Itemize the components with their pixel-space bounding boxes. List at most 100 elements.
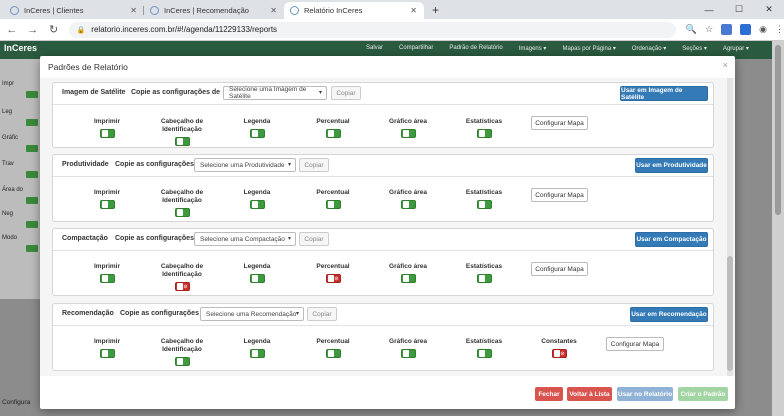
option-legenda: Legenda: [217, 118, 297, 138]
star-icon[interactable]: ☆: [705, 24, 713, 35]
toggle: [26, 119, 38, 126]
close-button[interactable]: Fechar: [535, 387, 563, 401]
new-tab-icon[interactable]: +: [432, 3, 439, 17]
ban-icon: ⊘: [560, 350, 565, 357]
chevron-down-icon: ▾: [295, 311, 299, 317]
app-nav-items: Salvar Compartilhar Padrão de Relatório …: [366, 45, 749, 52]
use-in-report-button[interactable]: Usar no Relatório: [617, 387, 673, 401]
forward-icon[interactable]: →: [24, 24, 42, 36]
toggle-switch[interactable]: [249, 274, 265, 283]
toggle-switch[interactable]: [400, 349, 416, 358]
toggle-switch[interactable]: [325, 349, 341, 358]
url-input[interactable]: 🔒 relatorio.inceres.com.br/#!/agenda/112…: [68, 21, 676, 38]
toggle-switch[interactable]: [325, 129, 341, 138]
nav-item[interactable]: Mapas por Página ▾: [562, 45, 615, 52]
section-title: Imagem de Satélite: [62, 89, 126, 96]
nav-item[interactable]: Agrupar ▾: [723, 45, 749, 52]
toggle-switch[interactable]: [249, 200, 265, 209]
toggle-switch[interactable]: ⊘: [325, 274, 341, 283]
close-icon[interactable]: ✕: [410, 6, 417, 15]
minimize-icon[interactable]: —: [694, 0, 724, 19]
toggle-switch[interactable]: [99, 274, 115, 283]
globe-icon: [10, 6, 19, 15]
section-produtividade: Produtividade Copie as configurações de …: [52, 154, 714, 222]
back-icon[interactable]: ←: [3, 24, 21, 36]
tab-label: Relatório InCeres: [304, 6, 363, 15]
toggle-switch[interactable]: [400, 200, 416, 209]
copy-select[interactable]: Selecione uma Recomendação ▾: [200, 307, 304, 321]
nav-item[interactable]: Ordenação ▾: [632, 45, 666, 52]
browser-tab-recomendacao[interactable]: InCeres | Recomendação ✕: [144, 2, 284, 19]
use-button[interactable]: Usar em Recomendação: [630, 307, 708, 322]
modal-body: Imagem de Satélite Copie as configuraçõe…: [40, 78, 735, 376]
toggle-switch[interactable]: [476, 349, 492, 358]
toggle-switch[interactable]: [476, 200, 492, 209]
close-icon[interactable]: ✕: [130, 6, 137, 15]
reload-icon[interactable]: ↻: [45, 23, 63, 36]
browser-tab-relatorio[interactable]: Relatório InCeres ✕: [284, 2, 424, 19]
nav-item[interactable]: Salvar: [366, 45, 383, 52]
maximize-icon[interactable]: ☐: [724, 0, 754, 19]
toggle-switch[interactable]: [174, 137, 190, 146]
option-percentual: Percentual: [293, 189, 373, 209]
option-grafico-area: Gráfico área: [368, 263, 448, 283]
copy-label: Copie as configurações de: [115, 235, 205, 242]
option-cabecalho: Cabeçalho de Identificação ⊘: [160, 263, 204, 291]
configure-map-button[interactable]: Configurar Mapa: [606, 337, 664, 351]
option-grafico-area: Gráfico área: [368, 338, 448, 358]
toggle-switch[interactable]: [400, 129, 416, 138]
toggle-switch[interactable]: ⊘: [551, 349, 567, 358]
close-icon[interactable]: ✕: [270, 6, 277, 15]
section-imagem-satelite: Imagem de Satélite Copie as configuraçõe…: [52, 82, 714, 148]
toggle-switch[interactable]: ⊘: [174, 282, 190, 291]
extension-icon[interactable]: [740, 24, 752, 35]
copy-button[interactable]: Copiar: [331, 86, 361, 100]
browser-tab-clientes[interactable]: InCeres | Clientes ✕: [4, 2, 144, 19]
account-icon[interactable]: ◉: [759, 24, 767, 35]
use-button[interactable]: Usar em Compactação: [635, 232, 708, 247]
toggle-switch[interactable]: [476, 129, 492, 138]
use-button[interactable]: Usar em Imagem de Satélite: [620, 86, 708, 101]
toggle-switch[interactable]: [99, 200, 115, 209]
nav-item[interactable]: Compartilhar: [399, 45, 433, 52]
tab-label: InCeres | Recomendação: [164, 6, 249, 15]
toggle-switch[interactable]: [249, 349, 265, 358]
copy-select[interactable]: Selecione uma Imagem de Satélite ▾: [223, 86, 327, 100]
copy-button[interactable]: Copiar: [299, 232, 329, 246]
side-label: Leg: [2, 109, 13, 115]
copy-label: Copie as configurações de: [131, 89, 221, 96]
side-label: Neg: [2, 211, 14, 217]
configure-map-button[interactable]: Configurar Mapa: [531, 262, 588, 276]
toggle-switch[interactable]: [400, 274, 416, 283]
copy-button[interactable]: Copiar: [307, 307, 337, 321]
copy-button[interactable]: Copiar: [299, 158, 329, 172]
toggle-switch[interactable]: [476, 274, 492, 283]
chevron-down-icon: ▾: [318, 90, 322, 96]
toggle-switch[interactable]: [99, 349, 115, 358]
configure-map-button[interactable]: Configurar Mapa: [531, 188, 588, 202]
nav-item[interactable]: Imagens ▾: [519, 45, 547, 52]
modal-title: Padrões de Relatório: [48, 62, 128, 72]
configure-map-button[interactable]: Configurar Mapa: [531, 116, 588, 130]
menu-icon[interactable]: ⋮: [775, 24, 784, 35]
toggle-switch[interactable]: [99, 129, 115, 138]
nav-item[interactable]: Seções ▾: [682, 45, 707, 52]
toggle-switch[interactable]: [174, 357, 190, 366]
nav-item[interactable]: Padrão de Relatório: [449, 45, 502, 52]
toggle-switch[interactable]: [174, 208, 190, 217]
close-icon[interactable]: ×: [723, 60, 728, 70]
option-imprimir: Imprimir: [67, 338, 147, 358]
translate-extension-icon[interactable]: [721, 24, 733, 35]
search-icon[interactable]: 🔍: [686, 24, 697, 35]
toggle-switch[interactable]: [325, 200, 341, 209]
use-button[interactable]: Usar em Produtividade: [635, 158, 708, 173]
window-close-icon[interactable]: ✕: [754, 0, 784, 19]
page-scrollbar[interactable]: [772, 41, 784, 416]
toggle-switch[interactable]: [249, 129, 265, 138]
back-to-list-button[interactable]: Voltar à Lista: [567, 387, 612, 401]
copy-select[interactable]: Selecione uma Compactação ▾: [194, 232, 296, 246]
browser-tab-strip: InCeres | Clientes ✕ InCeres | Recomenda…: [0, 0, 784, 19]
create-default-button[interactable]: Criar o Padrão: [678, 387, 728, 401]
copy-select[interactable]: Selecione uma Produtividade ▾: [194, 158, 296, 172]
modal-scrollbar[interactable]: [727, 78, 733, 376]
